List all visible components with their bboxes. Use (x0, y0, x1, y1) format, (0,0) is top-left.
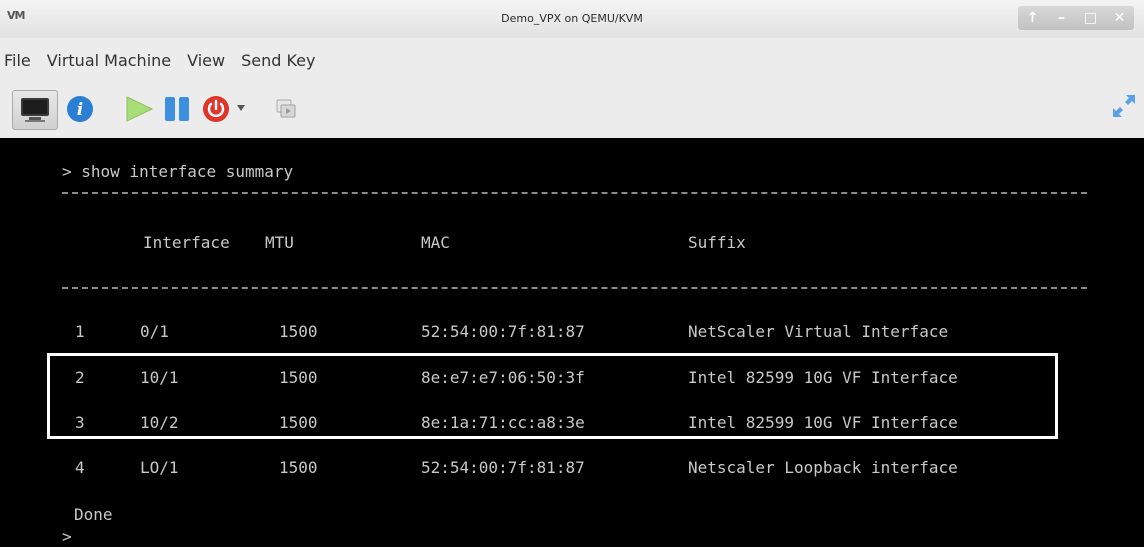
menu-send-key[interactable]: Send Key (233, 51, 323, 70)
window-title: Demo_VPX on QEMU/KVM (501, 12, 643, 25)
row-4-mac: 52:54:00:7f:81:87 (421, 458, 585, 477)
window-controls: ↑ – □ ✕ (1018, 6, 1134, 30)
toolbar: i (0, 82, 1144, 134)
pause-button[interactable] (163, 95, 191, 123)
done-message: Done (74, 505, 113, 524)
run-button[interactable] (124, 95, 154, 123)
menu-view[interactable]: View (179, 51, 233, 70)
play-icon (126, 96, 154, 122)
row-4-mtu: 1500 (279, 458, 318, 477)
header-mac: MAC (421, 233, 450, 252)
maximize-button[interactable]: □ (1081, 10, 1101, 26)
command-line: > show interface summary (62, 162, 294, 181)
row-1-suffix: NetScaler Virtual Interface (688, 322, 949, 341)
close-button[interactable]: ✕ (1110, 10, 1130, 26)
pause-icon (165, 97, 189, 121)
details-button[interactable]: i (66, 95, 94, 123)
header-interface: Interface (143, 233, 230, 252)
menu-bar: File Virtual Machine View Send Key (0, 42, 323, 78)
power-icon (203, 96, 229, 122)
shutdown-dropdown[interactable] (236, 102, 246, 114)
monitor-icon (21, 98, 49, 122)
snapshot-button[interactable] (274, 97, 298, 121)
console-prompt: > (62, 527, 72, 546)
row-1-interface: 0/1 (140, 322, 169, 341)
header-mtu: MTU (265, 233, 294, 252)
menu-virtual-machine[interactable]: Virtual Machine (39, 51, 179, 70)
menu-file[interactable]: File (0, 51, 39, 70)
chevron-down-icon (237, 105, 245, 111)
row-4-suffix: Netscaler Loopback interface (688, 458, 958, 477)
title-bar: VM Demo_VPX on QEMU/KVM ↑ – □ ✕ (0, 0, 1144, 38)
fullscreen-icon (1113, 95, 1135, 117)
info-icon: i (67, 96, 93, 122)
snapshot-icon (276, 99, 296, 118)
row-1-mac: 52:54:00:7f:81:87 (421, 322, 585, 341)
row-4-interface: LO/1 (140, 458, 179, 477)
separator-header (62, 287, 1087, 289)
keep-above-button[interactable]: ↑ (1023, 10, 1043, 26)
row-1-mtu: 1500 (279, 322, 318, 341)
console-view-button[interactable] (12, 90, 58, 130)
separator-top (62, 192, 1087, 194)
fullscreen-button[interactable] (1110, 92, 1138, 120)
highlight-box (47, 353, 1058, 439)
row-1-index: 1 (75, 322, 85, 341)
vm-console-screen[interactable]: > show interface summary Interface MTU M… (0, 138, 1144, 547)
shutdown-button[interactable] (202, 95, 230, 123)
svg-text:i: i (77, 100, 83, 120)
row-4-index: 4 (75, 458, 85, 477)
header-suffix: Suffix (688, 233, 746, 252)
minimize-button[interactable]: – (1052, 10, 1072, 26)
